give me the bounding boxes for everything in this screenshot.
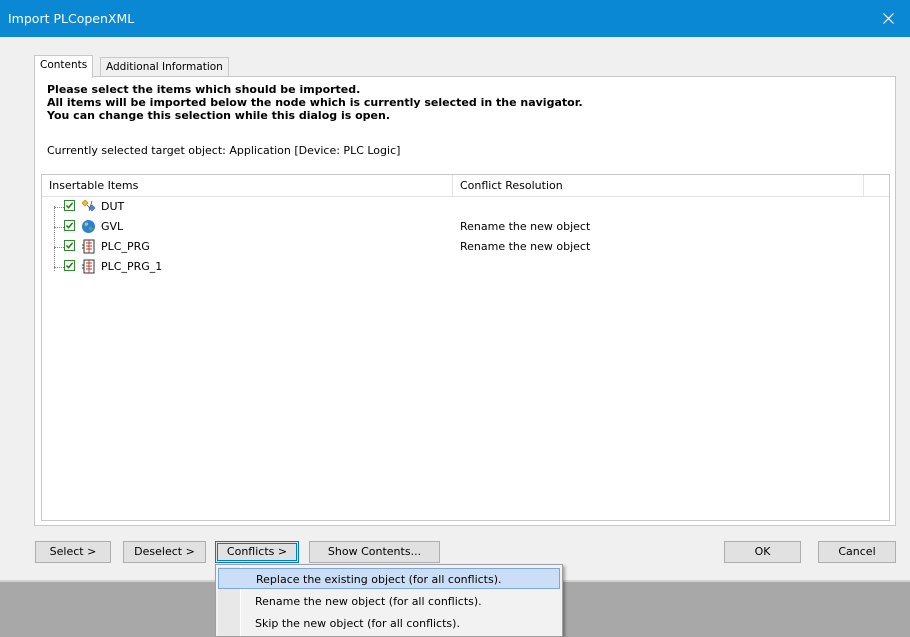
- item-name: DUT: [101, 200, 125, 213]
- tree-row[interactable]: PLC_PRG Rename the new object: [42, 237, 889, 257]
- insertable-items-grid[interactable]: Insertable Items Conflict Resolution DUT: [41, 174, 890, 521]
- item-checkbox[interactable]: [64, 200, 75, 211]
- instructions: Please select the items which should be …: [47, 83, 583, 122]
- item-checkbox[interactable]: [64, 240, 75, 251]
- tree-row[interactable]: GVL Rename the new object: [42, 217, 889, 237]
- pou-icon: [82, 259, 95, 274]
- tree-row[interactable]: DUT: [42, 197, 889, 217]
- menu-item-rename-new[interactable]: Rename the new object (for all conflicts…: [218, 591, 560, 612]
- checkmark-icon: [65, 242, 74, 249]
- checkmark-icon: [65, 202, 74, 209]
- target-object: Currently selected target object: Applic…: [47, 144, 400, 157]
- item-name: PLC_PRG_1: [101, 260, 163, 273]
- grid-header: Insertable Items Conflict Resolution: [42, 175, 889, 197]
- menu-item-label: Replace the existing object (for all con…: [256, 573, 502, 586]
- instruction-line: Please select the items which should be …: [47, 83, 361, 96]
- show-contents-button[interactable]: Show Contents...: [309, 541, 440, 563]
- tree-row[interactable]: PLC_PRG_1: [42, 257, 889, 277]
- checkmark-icon: [65, 222, 74, 229]
- conflicts-menu: Replace the existing object (for all con…: [215, 564, 563, 637]
- item-name: GVL: [101, 220, 124, 233]
- menu-item-label: Rename the new object (for all conflicts…: [255, 595, 482, 608]
- deselect-button[interactable]: Deselect >: [123, 541, 206, 563]
- close-icon: [882, 13, 894, 24]
- menu-item-skip-new[interactable]: Skip the new object (for all conflicts).: [218, 613, 560, 634]
- checkmark-icon: [65, 262, 74, 269]
- tree-connector: [54, 267, 64, 268]
- pou-icon: [82, 239, 95, 254]
- item-checkbox[interactable]: [64, 220, 75, 231]
- item-name: PLC_PRG: [101, 240, 150, 253]
- dut-icon: [81, 199, 96, 212]
- tree-connector: [54, 227, 64, 228]
- import-dialog: Contents Additional Information Please s…: [0, 37, 910, 580]
- instruction-line: You can change this selection while this…: [47, 109, 390, 122]
- close-button[interactable]: [866, 0, 910, 37]
- item-conflict-resolution[interactable]: Rename the new object: [460, 240, 590, 253]
- menu-item-label: Skip the new object (for all conflicts).: [255, 617, 460, 630]
- title-bar: Import PLCopenXML: [0, 0, 910, 37]
- tab-additional-information[interactable]: Additional Information: [100, 57, 229, 77]
- globe-icon: [82, 220, 95, 233]
- window-title: Import PLCopenXML: [8, 11, 135, 26]
- select-button[interactable]: Select >: [35, 541, 111, 563]
- contents-panel: Please select the items which should be …: [34, 76, 896, 526]
- target-value: Application [Device: PLC Logic]: [229, 144, 401, 157]
- ok-button[interactable]: OK: [724, 541, 801, 563]
- cancel-button[interactable]: Cancel: [818, 541, 896, 563]
- column-header-conflict-resolution[interactable]: Conflict Resolution: [460, 175, 864, 196]
- item-checkbox[interactable]: [64, 260, 75, 271]
- instruction-line: All items will be imported below the nod…: [47, 96, 583, 109]
- item-conflict-resolution[interactable]: Rename the new object: [460, 220, 590, 233]
- menu-item-replace-existing[interactable]: Replace the existing object (for all con…: [218, 568, 560, 589]
- conflicts-button[interactable]: Conflicts >: [215, 541, 299, 563]
- tree-connector: [54, 207, 64, 208]
- tab-contents[interactable]: Contents: [34, 55, 94, 78]
- target-label: Currently selected target object:: [47, 144, 226, 157]
- column-header-insertable-items[interactable]: Insertable Items: [49, 175, 453, 196]
- tree-connector: [54, 247, 64, 248]
